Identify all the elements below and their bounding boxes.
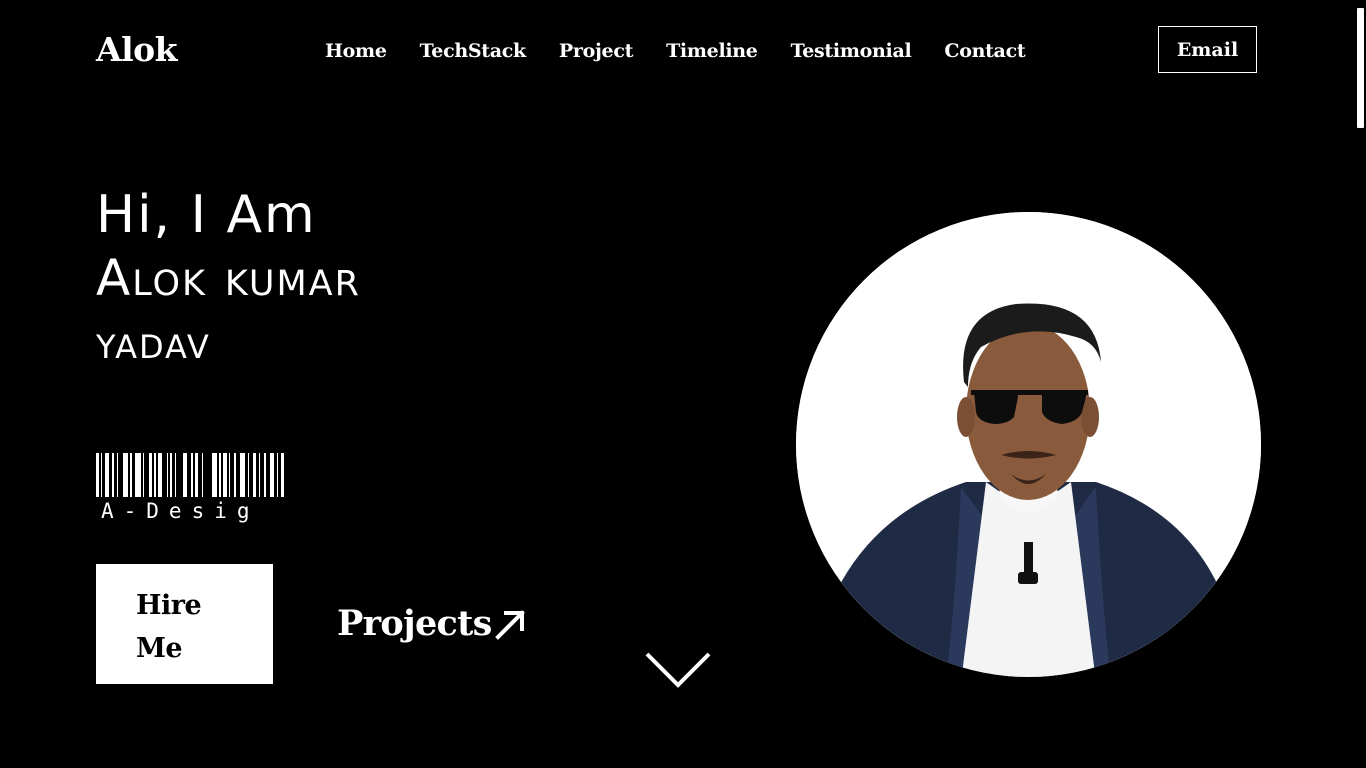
nav-link-techstack[interactable]: TechStack [420,40,527,62]
nav-link-timeline[interactable]: Timeline [666,40,758,62]
nav-item-timeline: Timeline [666,37,758,65]
logo[interactable]: Alok [96,30,178,70]
nav-item-contact: Contact [944,37,1025,65]
scrollbar-thumb[interactable] [1357,8,1364,128]
profile-avatar [796,212,1261,677]
barcode-graphic [96,453,284,497]
barcode-text: A-Desig [101,499,260,523]
projects-link[interactable]: Projects [337,601,528,647]
profile-photo [796,212,1261,677]
hero-title: Hi, I Am Alok kumar yadav [96,185,361,373]
nav-link-home[interactable]: Home [325,40,387,62]
nav-link-contact[interactable]: Contact [944,40,1025,62]
nav-item-home: Home [325,37,387,65]
nav-item-techstack: TechStack [420,37,527,65]
nav-item-project: Project [559,37,633,65]
hero-name-line1: Alok kumar [96,249,361,307]
hire-me-button[interactable]: Hire Me [96,564,273,684]
chevron-down-icon[interactable] [644,650,712,690]
arrow-up-right-icon [494,610,525,640]
projects-link-label: Projects [337,603,492,644]
nav-item-testimonial: Testimonial [791,37,912,65]
email-button[interactable]: Email [1158,26,1257,73]
hero-greeting: Hi, I Am [96,185,317,245]
main-nav: Home TechStack Project Timeline Testimon… [325,37,1026,65]
nav-link-testimonial[interactable]: Testimonial [791,40,912,62]
nav-link-project[interactable]: Project [559,40,633,62]
hero-name-line2: yadav [96,315,211,369]
